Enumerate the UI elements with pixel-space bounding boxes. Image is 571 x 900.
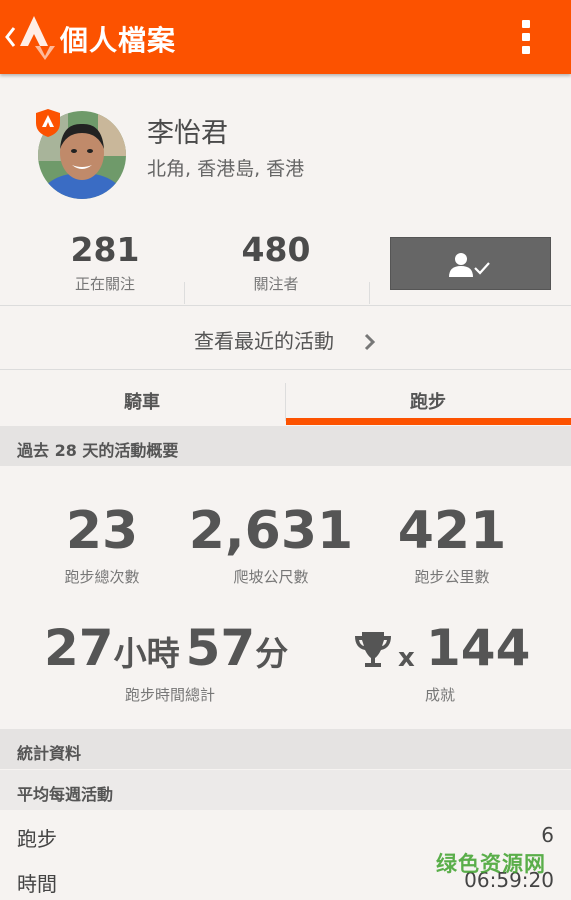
- stat-divider: [184, 282, 185, 304]
- premium-badge-icon: [36, 109, 60, 137]
- stats-row-label: 時間: [17, 872, 57, 896]
- elevation-value: 2,631: [188, 501, 354, 561]
- following-toggle-button[interactable]: [390, 237, 551, 290]
- athlete-name: 李怡君: [147, 118, 228, 149]
- app-bar: 個人檔案: [0, 0, 571, 74]
- total-runs-label: 跑步總次數: [64, 568, 140, 586]
- stats-section-header: 統計資料: [0, 729, 571, 769]
- achievements-prefix: x: [398, 643, 415, 673]
- distance-label: 跑步公里數: [414, 568, 490, 586]
- chevron-left-icon: [5, 27, 16, 47]
- active-tab-indicator: [286, 418, 571, 425]
- user-following-icon: [449, 253, 490, 277]
- summary-header-label: 過去 28 天的活動概要: [17, 441, 179, 460]
- weekly-subheader: 平均每週活動: [0, 770, 571, 810]
- minutes-value: 57: [185, 619, 256, 677]
- trophy-icon: [355, 632, 391, 667]
- tab-running-label: 跑步: [410, 392, 446, 413]
- summary-section-header: 過去 28 天的活動概要: [0, 426, 571, 466]
- recent-activity-label: 查看最近的活動: [194, 329, 334, 353]
- total-time-value: 27小時 57分: [44, 619, 306, 685]
- weekly-header-label: 平均每週活動: [17, 785, 114, 804]
- followers-count: 480: [241, 230, 311, 269]
- watermark: 绿色资源网: [436, 852, 546, 876]
- stats-row-value: 6: [541, 823, 554, 847]
- recent-activity-link[interactable]: 查看最近的活動: [0, 306, 571, 368]
- distance-value: 421: [397, 501, 507, 561]
- tab-cycling[interactable]: 騎車: [0, 370, 285, 422]
- total-runs-value: 23: [65, 501, 139, 561]
- followers-label: 關注者: [253, 275, 299, 293]
- strava-logo-icon: [20, 16, 55, 60]
- stats-header-label: 統計資料: [17, 744, 82, 763]
- overflow-menu-icon[interactable]: [518, 20, 534, 56]
- achievements-label: 成就: [424, 686, 455, 704]
- chevron-right-icon: [364, 333, 376, 351]
- stats-row-label: 跑步: [17, 827, 57, 851]
- tab-running[interactable]: 跑步: [286, 370, 571, 422]
- elevation-label: 爬坡公尺數: [233, 568, 309, 586]
- minutes-unit: 分: [255, 634, 289, 673]
- hours-value: 27: [44, 619, 114, 677]
- page-title: 個人檔案: [60, 24, 177, 57]
- tab-cycling-label: 騎車: [124, 392, 160, 413]
- total-time-label: 跑步時間總計: [124, 686, 215, 704]
- hours-unit: 小時: [113, 634, 180, 673]
- following-label: 正在關注: [74, 275, 135, 293]
- following-count: 281: [70, 230, 140, 269]
- stat-divider: [369, 282, 370, 304]
- athlete-location: 北角, 香港島, 香港: [147, 158, 305, 180]
- achievements-value: 144: [426, 619, 531, 677]
